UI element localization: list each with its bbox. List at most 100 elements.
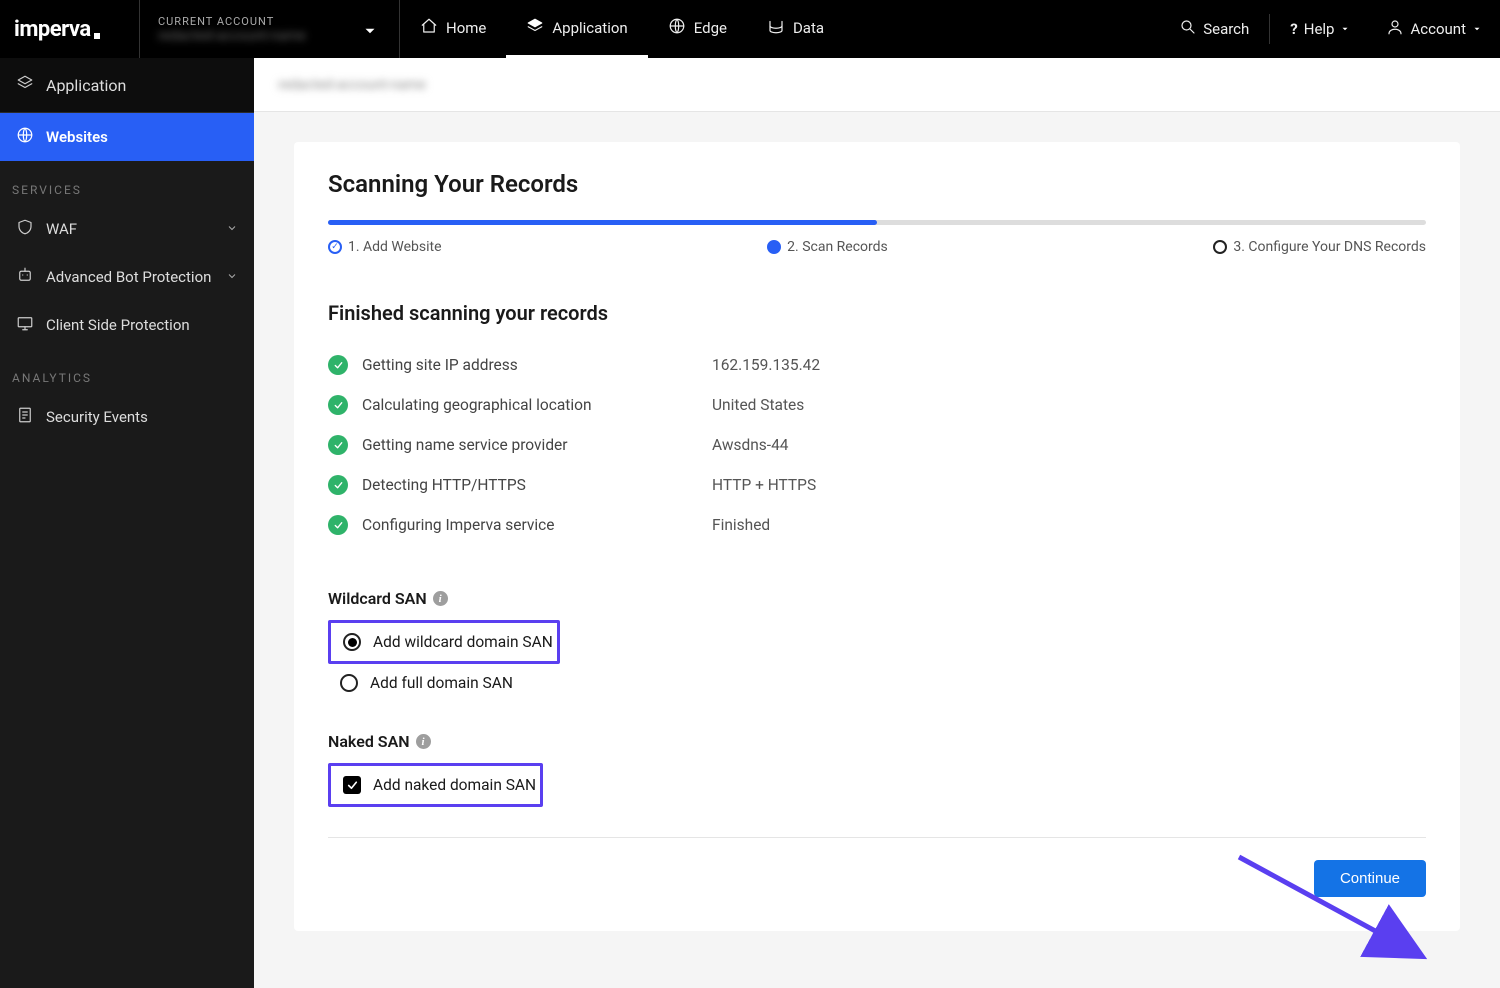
help-icon: ? (1290, 20, 1297, 38)
account-selector[interactable]: CURRENT ACCOUNT redacted-account-name (140, 0, 400, 58)
sidebar-group-analytics: ANALYTICS (0, 349, 254, 393)
step-current-icon (767, 240, 781, 254)
scan-value: Awsdns-44 (712, 436, 789, 454)
account-selector-label: CURRENT ACCOUNT (158, 15, 381, 28)
brand-logo[interactable]: imperva (0, 0, 140, 58)
scan-row: Detecting HTTP/HTTPS HTTP + HTTPS (328, 465, 1426, 505)
radio-add-full-san[interactable]: Add full domain SAN (328, 664, 525, 702)
page-title: Scanning Your Records (328, 170, 1426, 198)
caret-down-icon (361, 22, 379, 44)
sidebar-item-security-events[interactable]: Security Events (0, 393, 254, 441)
radio-label: Add full domain SAN (370, 674, 513, 692)
report-icon (16, 406, 34, 428)
naked-san-title: Naked SAN i (328, 732, 1426, 751)
account-menu[interactable]: Account (1368, 18, 1500, 40)
divider (1269, 14, 1270, 44)
scan-row: Getting site IP address 162.159.135.42 (328, 345, 1426, 385)
nav-edge[interactable]: Edge (648, 0, 747, 58)
caret-down-icon (1340, 20, 1350, 38)
check-icon (328, 355, 348, 375)
check-icon (328, 515, 348, 535)
sidebar-item-label: Websites (46, 128, 108, 146)
scan-label: Calculating geographical location (362, 396, 712, 414)
step-pending-icon (1213, 240, 1227, 254)
help-menu[interactable]: ? Help (1272, 20, 1368, 38)
scan-label: Configuring Imperva service (362, 516, 712, 534)
step-done-icon (328, 240, 342, 254)
sidebar-header: Application (0, 58, 254, 113)
account-selector-value: redacted-account-name (158, 28, 381, 44)
step-label: 2. Scan Records (787, 239, 888, 255)
checkbox-add-naked-san[interactable]: Add naked domain SAN (328, 763, 543, 807)
breadcrumb-text: redacted-account-name (278, 77, 426, 93)
wildcard-san-title: Wildcard SAN i (328, 589, 1426, 608)
help-label: Help (1304, 20, 1335, 38)
sidebar-item-label: Security Events (46, 408, 148, 426)
radio-icon (340, 674, 358, 692)
sidebar-item-label: WAF (46, 220, 77, 238)
continue-button[interactable]: Continue (1314, 860, 1426, 897)
checkbox-icon (343, 776, 361, 794)
sidebar-item-label: Advanced Bot Protection (46, 268, 211, 286)
user-icon (1386, 18, 1404, 40)
chevron-down-icon (226, 268, 238, 286)
sidebar-header-label: Application (46, 76, 126, 95)
scan-row: Configuring Imperva service Finished (328, 505, 1426, 545)
scan-value: 162.159.135.42 (712, 356, 820, 374)
scan-label: Detecting HTTP/HTTPS (362, 476, 712, 494)
naked-san-label: Naked SAN (328, 732, 410, 751)
breadcrumb: redacted-account-name (254, 58, 1500, 112)
nav-application-label: Application (552, 19, 627, 37)
caret-down-icon (1472, 20, 1482, 38)
monitor-icon (16, 314, 34, 336)
chevron-down-icon (226, 220, 238, 238)
scan-subtitle: Finished scanning your records (328, 301, 1426, 325)
radio-icon (343, 633, 361, 651)
brand-name: imperva (14, 17, 91, 42)
nav-data[interactable]: Data (747, 0, 844, 58)
info-icon[interactable]: i (416, 734, 431, 749)
step-label: 1. Add Website (348, 239, 442, 255)
scan-value: United States (712, 396, 804, 414)
progress-fill (328, 220, 877, 225)
account-label: Account (1410, 20, 1466, 38)
layers-icon (16, 74, 34, 96)
check-icon (328, 395, 348, 415)
nav-data-label: Data (793, 19, 824, 37)
search-icon (1179, 18, 1197, 40)
globe-icon (668, 17, 686, 39)
radio-label: Add wildcard domain SAN (373, 633, 553, 651)
check-icon (328, 435, 348, 455)
sidebar-item-client-side-protection[interactable]: Client Side Protection (0, 301, 254, 349)
checkbox-label: Add naked domain SAN (373, 776, 536, 794)
shield-icon (16, 218, 34, 240)
nav-application[interactable]: Application (506, 0, 647, 58)
radio-add-wildcard-san[interactable]: Add wildcard domain SAN (328, 620, 560, 664)
progress-bar (328, 220, 1426, 225)
sidebar-item-waf[interactable]: WAF (0, 205, 254, 253)
search-button[interactable]: Search (1161, 18, 1267, 40)
home-icon (420, 17, 438, 39)
scan-row: Calculating geographical location United… (328, 385, 1426, 425)
sidebar-item-label: Client Side Protection (46, 316, 190, 334)
database-icon (767, 17, 785, 39)
step-add-website: 1. Add Website (328, 239, 442, 255)
sidebar-item-websites[interactable]: Websites (0, 113, 254, 161)
layers-icon (526, 17, 544, 39)
step-configure-dns: 3. Configure Your DNS Records (1213, 239, 1426, 255)
info-icon[interactable]: i (433, 591, 448, 606)
nav-home-label: Home (446, 19, 486, 37)
sidebar-item-advanced-bot-protection[interactable]: Advanced Bot Protection (0, 253, 254, 301)
scan-value: HTTP + HTTPS (712, 476, 816, 494)
scan-row: Getting name service provider Awsdns-44 (328, 425, 1426, 465)
step-label: 3. Configure Your DNS Records (1233, 239, 1426, 255)
step-scan-records: 2. Scan Records (767, 239, 888, 255)
nav-home[interactable]: Home (400, 0, 506, 58)
wildcard-san-label: Wildcard SAN (328, 589, 427, 608)
scan-label: Getting name service provider (362, 436, 712, 454)
sidebar-group-services: SERVICES (0, 161, 254, 205)
bot-icon (16, 266, 34, 288)
search-label: Search (1203, 20, 1249, 38)
globe-icon (16, 126, 34, 148)
check-icon (328, 475, 348, 495)
